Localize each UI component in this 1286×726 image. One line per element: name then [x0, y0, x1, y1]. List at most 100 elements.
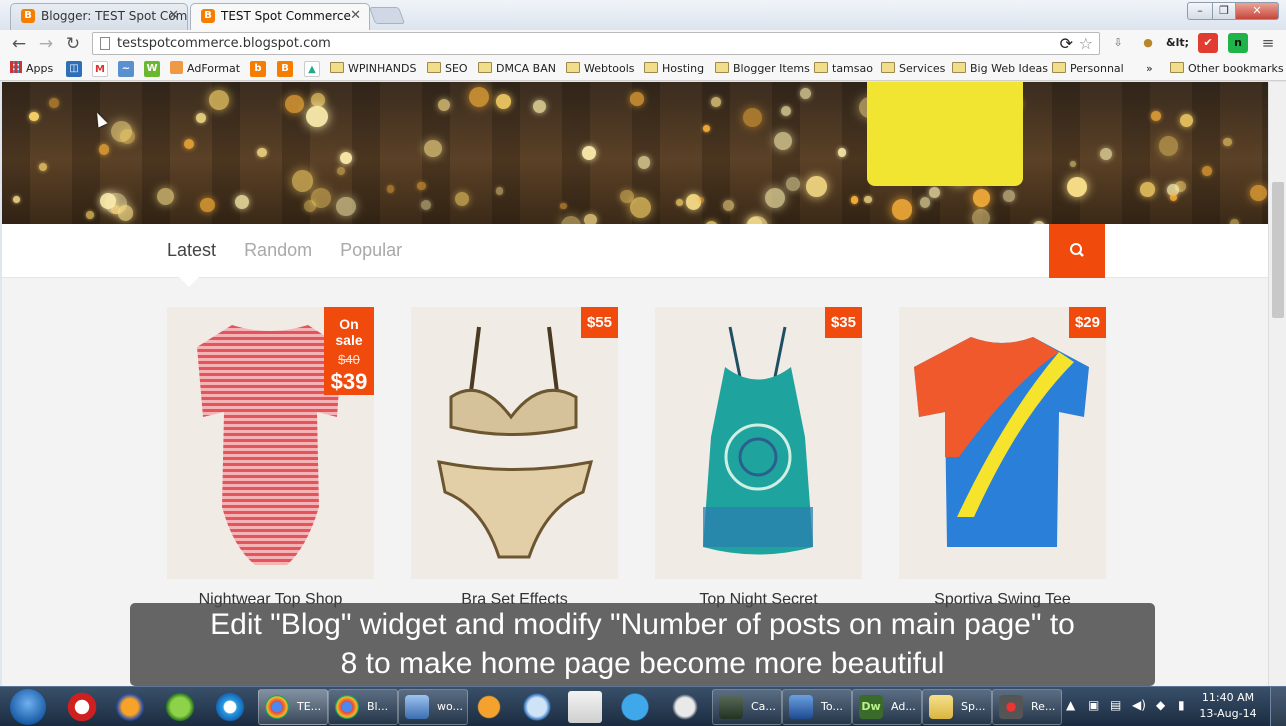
- taskbar-item-camtasia[interactable]: Ca...: [712, 689, 782, 725]
- bokeh-light: [1151, 111, 1161, 121]
- product-card[interactable]: $35 Top Night Secret: [655, 307, 862, 609]
- tab-random[interactable]: Random: [244, 240, 312, 260]
- apps-bookmark[interactable]: Apps: [10, 61, 53, 77]
- usb-icon[interactable]: ▤: [1110, 698, 1121, 712]
- tab-latest[interactable]: Latest: [167, 240, 216, 260]
- page-scrollbar[interactable]: [1268, 82, 1286, 686]
- price-badge: $29: [1068, 307, 1106, 338]
- old-price: $40: [338, 352, 360, 367]
- bookmark-folder-seo[interactable]: SEO: [427, 61, 468, 77]
- bookmark-folder-services[interactable]: Services: [881, 61, 945, 77]
- puzzle-icon[interactable]: [668, 691, 702, 723]
- tab-blogger[interactable]: B Blogger: TEST Spot Comm ✕: [10, 3, 188, 30]
- product-card[interactable]: $29 Sportiva Swing Tee: [899, 307, 1106, 609]
- bookmarks-overflow-button[interactable]: »: [1146, 61, 1153, 77]
- taskbar-item-wo[interactable]: wo...: [398, 689, 468, 725]
- bookmark-folder-personnal[interactable]: Personnal: [1052, 61, 1124, 77]
- back-arrow-icon[interactable]: ←: [8, 33, 30, 55]
- w-bookmark-icon[interactable]: W: [144, 61, 160, 77]
- bokeh-light: [806, 176, 827, 197]
- maximize-button[interactable]: ❐: [1212, 2, 1236, 20]
- dropbox-icon[interactable]: ◆: [1156, 698, 1165, 712]
- reload-icon[interactable]: ↻: [62, 33, 84, 55]
- show-desktop-button[interactable]: [1270, 687, 1286, 726]
- network-icon[interactable]: ▮: [1178, 698, 1185, 712]
- tab-test-spot-commerce[interactable]: B TEST Spot Commerce ✕: [190, 3, 370, 30]
- search-button[interactable]: [1049, 224, 1105, 278]
- safari-icon[interactable]: [520, 691, 554, 723]
- volume-icon[interactable]: ◀): [1132, 698, 1146, 712]
- taskbar-item-chrome-blogger[interactable]: Bl...: [328, 689, 398, 725]
- taskbar-clock[interactable]: 11:40 AM 13-Aug-14: [1196, 690, 1260, 722]
- other-bookmarks[interactable]: Other bookmarks: [1170, 61, 1284, 77]
- taskbar-item-recorder[interactable]: Re...: [992, 689, 1062, 725]
- extension-text-icon[interactable]: &lt;: [1166, 33, 1189, 53]
- blogger-icon: B: [21, 9, 35, 23]
- address-bar[interactable]: testspotcommerce.blogspot.com ⟳ ☆: [92, 32, 1100, 55]
- bookmark-folder-big-web-ideas[interactable]: Big Web Ideas: [952, 61, 1048, 77]
- bookmark-folder-webtools[interactable]: Webtools: [566, 61, 635, 77]
- gmail-icon[interactable]: M: [92, 61, 108, 77]
- bokeh-light: [386, 185, 395, 193]
- taskbar-item-to[interactable]: To...: [782, 689, 852, 725]
- taskbar-item-chrome-test[interactable]: TE...: [258, 689, 328, 725]
- browser-toolbar: ← → ↻ testspotcommerce.blogspot.com ⟳ ☆ …: [0, 30, 1286, 57]
- bookmark-star-icon[interactable]: ☆: [1079, 33, 1093, 54]
- internet-explorer-icon[interactable]: [213, 691, 247, 723]
- minimize-button[interactable]: –: [1187, 2, 1213, 20]
- bokeh-light: [1249, 184, 1267, 202]
- media-player-icon[interactable]: [472, 691, 506, 723]
- bookmark-folder-dmca[interactable]: DMCA BAN: [478, 61, 556, 77]
- new-tab-button[interactable]: [368, 7, 406, 24]
- scrollbar-thumb[interactable]: [1272, 182, 1284, 318]
- close-icon[interactable]: ✕: [350, 4, 361, 28]
- blogger-bookmark-icon[interactable]: b: [250, 61, 266, 77]
- bookmark-folder-tamsao[interactable]: tamsao: [814, 61, 873, 77]
- bokeh-light: [420, 199, 431, 210]
- folder-icon: [814, 62, 828, 73]
- blogger-icon[interactable]: B: [277, 61, 293, 77]
- product-image[interactable]: $55: [411, 307, 618, 579]
- opera-icon[interactable]: [65, 691, 99, 723]
- bookmark-icon[interactable]: ◫: [66, 61, 82, 77]
- show-hidden-icons-icon[interactable]: ▲: [1066, 698, 1075, 712]
- floppy-icon: [789, 695, 813, 719]
- product-card[interactable]: On sale $40 $39 Nightwear Top Shop: [167, 307, 374, 609]
- forward-arrow-icon[interactable]: →: [35, 33, 57, 55]
- bookmark-folder-blogger-items[interactable]: Blogger Items: [715, 61, 810, 77]
- skype-icon[interactable]: [618, 691, 652, 723]
- start-button[interactable]: [10, 689, 46, 725]
- url-text: testspotcommerce.blogspot.com: [117, 36, 331, 51]
- taskbar-item-dreamweaver[interactable]: Dw Ad...: [852, 689, 922, 725]
- bookmark-folder-wpinhands[interactable]: WPINHANDS: [330, 61, 416, 77]
- cookie-icon[interactable]: ●: [1138, 33, 1158, 53]
- tab-popular[interactable]: Popular: [340, 240, 402, 260]
- analytics-icon[interactable]: ~: [118, 61, 134, 77]
- flag-icon[interactable]: ▣: [1088, 698, 1099, 712]
- product-image[interactable]: $29: [899, 307, 1106, 579]
- adformat-bookmark[interactable]: AdFormat: [170, 61, 240, 77]
- close-icon[interactable]: ✕: [168, 4, 179, 28]
- product-image[interactable]: On sale $40 $39: [167, 307, 374, 579]
- menu-icon[interactable]: ≡: [1258, 33, 1278, 53]
- bokeh-light: [850, 196, 859, 204]
- close-window-button[interactable]: ✕: [1235, 2, 1279, 20]
- product-card[interactable]: $55 Bra Set Effects: [411, 307, 618, 609]
- bokeh-light: [702, 125, 710, 133]
- drive-icon[interactable]: ▲: [304, 61, 320, 77]
- green-app-icon[interactable]: [163, 691, 197, 723]
- download-icon[interactable]: ⇩: [1108, 33, 1128, 53]
- taskbar-item-sp[interactable]: Sp...: [922, 689, 992, 725]
- bookmark-folder-hosting[interactable]: Hosting: [644, 61, 704, 77]
- bokeh-light: [336, 167, 345, 176]
- n-extension-icon[interactable]: n: [1228, 33, 1248, 53]
- product-image[interactable]: $35: [655, 307, 862, 579]
- bokeh-light: [306, 105, 329, 128]
- firefox-icon[interactable]: [113, 691, 147, 723]
- sports-tshirt-image: [914, 337, 1089, 547]
- checklist-icon[interactable]: ✔: [1198, 33, 1218, 53]
- page-viewport: Latest Random Popular On sale $40 $39 Ni…: [2, 82, 1268, 686]
- tab-label: TEST Spot Commerce: [221, 9, 351, 23]
- sync-icon[interactable]: ⟳: [1060, 33, 1073, 54]
- spreadsheet-icon[interactable]: [568, 691, 602, 723]
